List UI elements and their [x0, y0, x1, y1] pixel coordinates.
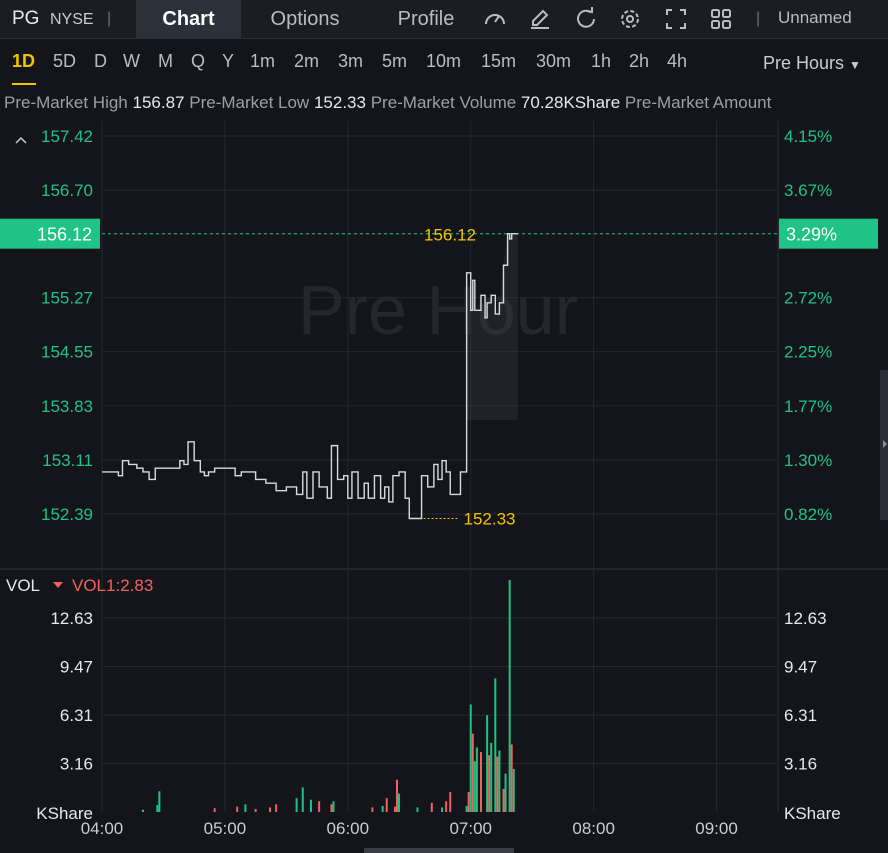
volume-bar	[467, 792, 470, 812]
volume-tick-label: 3.16	[784, 754, 817, 773]
volume-title: VOL	[6, 576, 40, 595]
percent-tick-label: 2.25%	[784, 343, 832, 362]
volume-bar	[156, 805, 159, 812]
volume-bar	[301, 787, 304, 812]
volume-bar	[486, 715, 489, 812]
volume-tick-label: 12.63	[784, 609, 827, 628]
price-tick-label: 153.11	[42, 451, 93, 470]
volume-bar	[465, 805, 468, 812]
volume-tick-label: 3.16	[60, 754, 93, 773]
volume-unit-label: KShare	[36, 804, 93, 823]
volume-indicator: VOL1:2.83	[72, 576, 153, 595]
volume-bar	[473, 761, 476, 812]
volume-bar	[318, 801, 321, 812]
price-tick-label: 152.39	[41, 505, 93, 524]
current-percent-value: 3.29%	[786, 225, 837, 245]
volume-tick-label: 12.63	[50, 609, 93, 628]
low-price-annotation: 152.33	[464, 510, 516, 529]
time-tick-label: 06:00	[327, 819, 370, 838]
volume-bar	[469, 704, 472, 812]
percent-tick-label: 1.77%	[784, 397, 832, 416]
volume-bar	[330, 804, 333, 812]
volume-bar	[381, 805, 384, 812]
volume-bar	[275, 804, 278, 812]
percent-tick-label: 2.72%	[784, 289, 832, 308]
current-price-value: 156.12	[37, 225, 92, 245]
price-tick-label: 157.42	[41, 127, 93, 146]
price-volume-chart[interactable]: 157.42 4.15% 156.70 3.67% 155.27 2.72% 154.55 2…	[0, 0, 888, 853]
volume-bar	[449, 792, 452, 812]
volume-bar	[471, 733, 474, 812]
volume-bar	[496, 756, 499, 812]
price-tick-label: 153.83	[41, 397, 93, 416]
time-tick-label: 08:00	[572, 819, 615, 838]
price-tick-label: 155.27	[41, 289, 93, 308]
volume-bar	[504, 773, 507, 812]
volume-bar	[213, 808, 216, 812]
volume-bar	[141, 809, 144, 812]
volume-bar	[254, 808, 257, 812]
volume-bar	[398, 793, 401, 812]
volume-bar	[385, 798, 388, 812]
volume-bar	[393, 806, 396, 812]
volume-bar	[295, 798, 298, 812]
volume-bar	[502, 788, 505, 812]
percent-tick-label: 3.67%	[784, 181, 832, 200]
chart-watermark: Pre Hour	[298, 271, 578, 349]
volume-bar	[371, 807, 374, 812]
price-area	[466, 233, 518, 420]
volume-bar	[445, 801, 448, 812]
price-tick-label: 154.55	[41, 343, 93, 362]
volume-bar	[309, 799, 312, 812]
volume-bar	[430, 802, 433, 812]
time-tick-label: 07:00	[449, 819, 492, 838]
percent-tick-label: 4.15%	[784, 127, 832, 146]
volume-bar	[475, 747, 478, 812]
price-tick-label: 156.70	[41, 181, 93, 200]
time-tick-label: 05:00	[204, 819, 247, 838]
volume-bar	[441, 807, 444, 812]
volume-bar	[244, 804, 247, 812]
volume-tick-label: 6.31	[784, 706, 817, 725]
current-price-annotation: 156.12	[424, 226, 476, 245]
volume-bar	[268, 807, 271, 812]
chevron-up-icon	[15, 136, 27, 144]
percent-tick-label: 0.82%	[784, 505, 832, 524]
volume-bar	[479, 752, 482, 812]
volume-bar	[512, 768, 515, 812]
volume-tick-label: 9.47	[60, 658, 93, 677]
volume-bar	[395, 779, 398, 812]
volume-tick-label: 6.31	[60, 706, 93, 725]
percent-tick-label: 1.30%	[784, 451, 832, 470]
volume-bar	[498, 750, 501, 812]
volume-bar	[508, 580, 511, 812]
volume-bar	[158, 791, 161, 812]
volume-unit-label: KShare	[784, 804, 841, 823]
volume-bar	[416, 807, 419, 812]
time-tick-label: 09:00	[695, 819, 738, 838]
horizontal-scrollbar	[364, 848, 514, 853]
volume-bar	[236, 806, 239, 812]
volume-bar	[510, 744, 513, 812]
caret-down-icon	[53, 582, 63, 588]
volume-bar	[490, 742, 493, 812]
volume-bar	[494, 678, 497, 812]
volume-tick-label: 9.47	[784, 658, 817, 677]
volume-bar	[332, 801, 335, 812]
volume-bar	[488, 755, 491, 812]
